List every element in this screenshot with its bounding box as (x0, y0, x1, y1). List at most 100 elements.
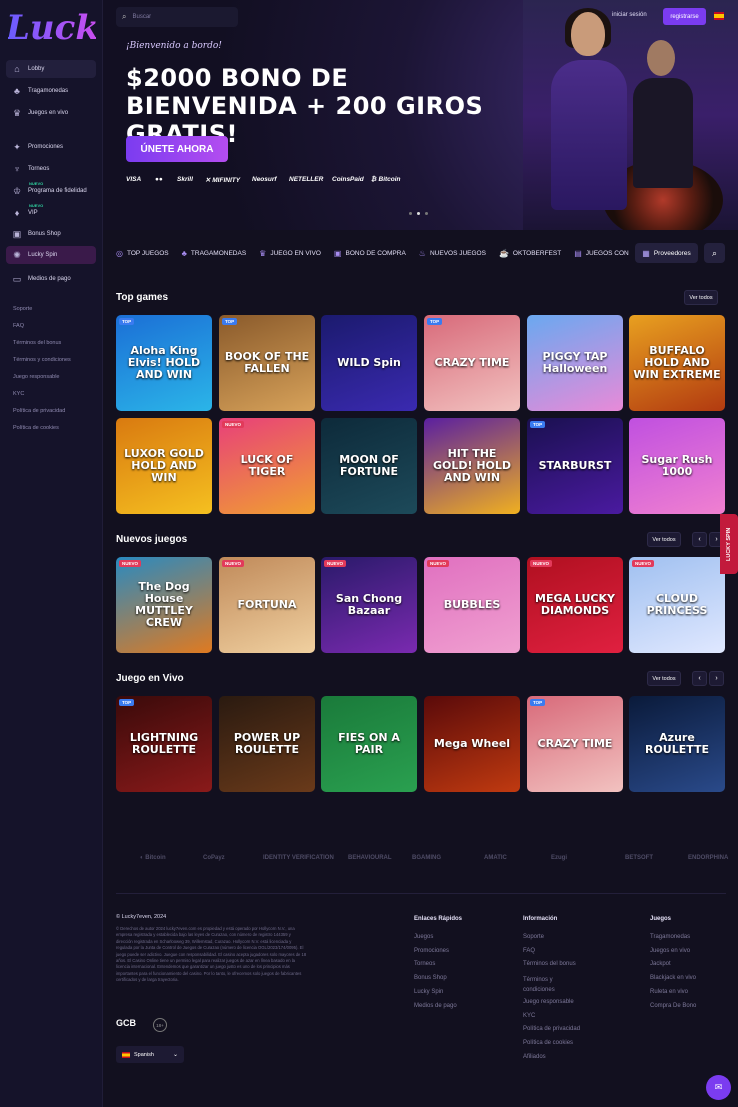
sidebar-link[interactable]: Política de privacidad (13, 408, 65, 414)
footer-link[interactable]: Torneos (414, 961, 435, 967)
sidebar-link[interactable]: Política de cookies (13, 425, 59, 431)
footer-link[interactable]: Medios de pago (414, 1003, 457, 1009)
category-icon: ♨ (418, 248, 426, 258)
live-games-next-arrow[interactable]: › (709, 671, 724, 686)
footer-link[interactable]: Política de cookies (523, 1040, 573, 1046)
sidebar-item-promociones[interactable]: ✦ Promociones (6, 138, 96, 156)
top-games-view-all[interactable]: Ver todos (684, 290, 718, 305)
payment-logo: CoinsPaid (332, 176, 364, 183)
sidebar-link[interactable]: Juego responsable (13, 374, 59, 380)
sidebar-link[interactable]: Términos del bonus (13, 340, 61, 346)
category-label: TRAGAMONEDAS (190, 249, 247, 257)
spain-flag-icon[interactable] (714, 12, 724, 20)
sidebar-link[interactable]: KYC (13, 391, 24, 397)
search-button[interactable]: ⌕ (704, 243, 725, 263)
footer-link[interactable]: Juego responsable (523, 999, 574, 1005)
category-tab[interactable]: ▣ BONO DE COMPRA (334, 249, 406, 258)
sidebar-item-juegos-en-vivo[interactable]: ♛ Juegos en vivo (6, 104, 96, 122)
sidebar-item-bonus-shop[interactable]: ▣ Bonus Shop (6, 225, 96, 243)
payment-logo: VISA (126, 176, 142, 183)
game-card[interactable]: POWER UP ROULETTE (219, 696, 315, 792)
footer-link[interactable]: Ruleta en vivo (650, 989, 688, 995)
game-card[interactable]: MOON OF FORTUNE (321, 418, 417, 514)
sidebar-link[interactable]: FAQ (13, 323, 24, 329)
footer-link[interactable]: Juegos (414, 934, 433, 940)
category-tab[interactable]: ♛ JUEGO EN VIVO (259, 249, 321, 258)
game-card[interactable]: MEGA LUCKY DIAMONDS NUEVO (527, 557, 623, 653)
game-card[interactable]: FIES ON A PAIR (321, 696, 417, 792)
carousel-dot[interactable] (425, 212, 428, 215)
footer-link[interactable]: Compra De Bono (650, 1003, 696, 1009)
game-card[interactable]: FORTUNA NUEVO (219, 557, 315, 653)
footer-link[interactable]: Política de privacidad (523, 1026, 580, 1032)
game-card[interactable]: The Dog House MUTTLEY CREW NUEVO (116, 557, 212, 653)
home-icon: ⌂ (14, 64, 20, 74)
sidebar-item-medios-de-pago[interactable]: ▭ Medios de pago (6, 270, 96, 288)
sidebar-link[interactable]: Soporte (13, 306, 32, 312)
lucky-spin-tab[interactable]: LUCKY SPIN (720, 514, 738, 574)
game-card[interactable]: HIT THE GOLD! HOLD AND WIN (424, 418, 520, 514)
game-card[interactable]: LUCK OF TIGER NUEVO (219, 418, 315, 514)
game-card[interactable]: San Chong Bazaar NUEVO (321, 557, 417, 653)
search-input[interactable]: ⌕ Buscar (116, 7, 238, 27)
footer-link[interactable]: Tragamonedas (650, 934, 690, 940)
footer-link[interactable]: Afiliados (523, 1054, 546, 1060)
join-now-button[interactable]: ÚNETE AHORA (126, 136, 228, 162)
game-card[interactable]: LUXOR GOLD HOLD AND WIN (116, 418, 212, 514)
game-title: BOOK OF THE FALLEN (224, 350, 310, 375)
footer-link[interactable]: Jackpot (650, 961, 671, 967)
game-card[interactable]: BOOK OF THE FALLEN TOP (219, 315, 315, 411)
sidebar-link[interactable]: Términos y condiciones (13, 357, 71, 363)
sidebar-item-tragamonedas[interactable]: ♣ Tragamonedas (6, 82, 96, 100)
live-games-prev-arrow[interactable]: ‹ (692, 671, 707, 686)
game-card[interactable]: BUFFALO HOLD AND WIN EXTREME (629, 315, 725, 411)
footer-link[interactable]: Términos y condiciones (523, 975, 583, 995)
partner-logo: ◐ Bitcoin (140, 855, 166, 861)
sidebar-item-torneos[interactable]: ♆ Torneos (6, 160, 96, 178)
footer-link[interactable]: FAQ (523, 948, 535, 954)
sidebar-item-lobby[interactable]: ⌂ Lobby (6, 60, 96, 78)
chat-button[interactable]: ✉ (706, 1075, 731, 1100)
game-card[interactable]: Aloha King Elvis! HOLD AND WIN TOP (116, 315, 212, 411)
category-tab[interactable]: ♣ TRAGAMONEDAS (182, 249, 247, 258)
footer-link[interactable]: Lucky Spin (414, 989, 443, 995)
footer-link[interactable]: Juegos en vivo (650, 948, 690, 954)
sidebar-item-programa-de-fidelidad[interactable]: ♔ Programa de fidelidad NUEVO (6, 181, 96, 200)
game-card[interactable]: STARBURST TOP (527, 418, 623, 514)
game-card[interactable]: WILD Spin (321, 315, 417, 411)
sidebar-item-vip[interactable]: ♦ VIP NUEVO (6, 203, 96, 222)
providers-button[interactable]: ▦ Proveedores (635, 243, 698, 263)
carousel-dots[interactable] (409, 212, 428, 215)
footer-link[interactable]: Términos del bonus (523, 961, 576, 967)
register-button[interactable]: registrarse (663, 8, 706, 25)
login-link[interactable]: iniciar sesión (612, 12, 647, 18)
new-games-view-all[interactable]: Ver todos (647, 532, 681, 547)
footer-link[interactable]: Blackjack en vivo (650, 975, 696, 981)
category-tab[interactable]: ☕ OKTOBERFEST (499, 249, 561, 258)
game-card[interactable]: Azure ROULETTE (629, 696, 725, 792)
gcb-logo[interactable]: GCB (116, 1018, 139, 1032)
category-tab[interactable]: ▤ JUEGOS CON (574, 249, 629, 258)
footer-link[interactable]: Promociones (414, 948, 449, 954)
game-card[interactable]: CRAZY TIME TOP (527, 696, 623, 792)
carousel-dot[interactable] (409, 212, 412, 215)
carousel-dot-active[interactable] (417, 212, 420, 215)
game-card[interactable]: BUBBLES NUEVO (424, 557, 520, 653)
game-card[interactable]: CLOUD PRINCESS NUEVO (629, 557, 725, 653)
game-card[interactable]: Mega Wheel (424, 696, 520, 792)
game-card[interactable]: CRAZY TIME TOP (424, 315, 520, 411)
sidebar-item-lucky-spin[interactable]: ✺ Lucky Spin (6, 246, 96, 264)
game-card[interactable]: LIGHTNING ROULETTE TOP (116, 696, 212, 792)
new-games-prev-arrow[interactable]: ‹ (692, 532, 707, 547)
category-tab[interactable]: ♨ NUEVOS JUEGOS (419, 249, 486, 258)
footer-link[interactable]: Bonus Shop (414, 975, 447, 981)
game-card[interactable]: PIGGY TAP Halloween (527, 315, 623, 411)
logo[interactable]: Lucky7 (8, 8, 96, 48)
live-games-view-all[interactable]: Ver todos (647, 671, 681, 686)
footer-link[interactable]: Soporte (523, 934, 544, 940)
game-card[interactable]: Sugar Rush 1000 (629, 418, 725, 514)
language-select[interactable]: Spanish ⌄ (116, 1046, 184, 1063)
search-icon: ⌕ (122, 12, 127, 21)
footer-link[interactable]: KYC (523, 1013, 535, 1019)
category-tab[interactable]: ◎ TOP JUEGOS (116, 249, 169, 258)
